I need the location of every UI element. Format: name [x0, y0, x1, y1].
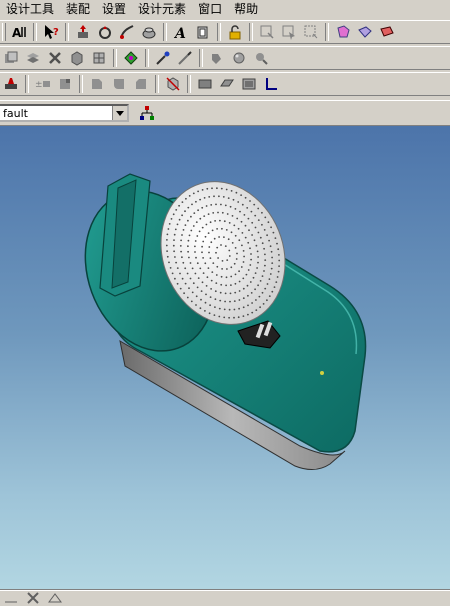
config-toolbar: fault [0, 100, 450, 126]
shade-icon[interactable] [333, 22, 353, 42]
revolve-icon[interactable] [95, 22, 115, 42]
toolbar-separator [163, 23, 167, 41]
light-icon[interactable] [251, 48, 271, 68]
toolbar-row-2 [0, 46, 450, 70]
toolbar-separator [187, 75, 191, 93]
toolbar-separator [325, 23, 329, 41]
snap-icon[interactable] [121, 48, 141, 68]
select-all-icon[interactable] [279, 22, 299, 42]
chevron-down-icon[interactable] [112, 106, 127, 120]
model-render [84, 173, 367, 470]
status-bar [0, 590, 450, 605]
toolbar-separator [249, 23, 253, 41]
loft-icon[interactable] [139, 22, 159, 42]
menu-bar: 设计工具 装配 设置 设计元素 窗口 帮助 [0, 0, 450, 18]
menu-settings[interactable]: 设置 [96, 0, 132, 18]
pick-icon[interactable] [175, 48, 195, 68]
toolbar-separator [65, 23, 69, 41]
toolbar-separator [79, 75, 83, 93]
extrude-icon[interactable] [73, 22, 93, 42]
toolbar-row-1: A ? A [0, 20, 450, 44]
hide-icon[interactable] [163, 74, 183, 94]
view-side-icon[interactable] [217, 74, 237, 94]
eyedropper-icon[interactable] [153, 48, 173, 68]
view-iso-icon[interactable] [239, 74, 259, 94]
indicator-dot [320, 371, 324, 375]
menu-design-tools[interactable]: 设计工具 [0, 0, 60, 18]
toolbar-grip[interactable] [2, 23, 6, 41]
svg-text:A: A [12, 26, 22, 40]
tree-structure-icon[interactable] [137, 103, 157, 123]
axis-icon[interactable] [261, 74, 281, 94]
toolbar-separator [145, 49, 149, 67]
toolbar-row-3: ± [0, 72, 450, 96]
configuration-dropdown[interactable]: fault [0, 104, 129, 122]
tools-icon[interactable] [45, 48, 65, 68]
stamp-icon[interactable] [1, 74, 21, 94]
material-icon[interactable] [229, 48, 249, 68]
select-region-icon[interactable] [301, 22, 321, 42]
render-icon[interactable] [377, 22, 397, 42]
text-icon[interactable]: A [171, 22, 191, 42]
layer-icon[interactable] [23, 48, 43, 68]
face-icon[interactable] [55, 74, 75, 94]
copy-icon[interactable] [1, 48, 21, 68]
distance-measure-icon[interactable]: A [9, 22, 29, 42]
toolbar-separator [33, 23, 37, 41]
solid-icon[interactable] [67, 48, 87, 68]
chamfer-icon[interactable] [131, 74, 151, 94]
paint-icon[interactable] [207, 48, 227, 68]
status-icon-a[interactable] [1, 592, 21, 604]
shell-icon[interactable] [193, 22, 213, 42]
configuration-dropdown-value: fault [3, 107, 28, 120]
sweep-icon[interactable] [117, 22, 137, 42]
assembly-icon[interactable] [89, 48, 109, 68]
toolbar-separator [217, 23, 221, 41]
toolbar-separator [113, 49, 117, 67]
menu-assembly[interactable]: 装配 [60, 0, 96, 18]
toolbar-separator [199, 49, 203, 67]
menu-help[interactable]: 帮助 [228, 0, 264, 18]
svg-text:?: ? [53, 27, 59, 38]
view-front-icon[interactable] [195, 74, 215, 94]
lock-icon[interactable] [225, 22, 245, 42]
status-icon-b[interactable] [23, 592, 43, 604]
svg-text:A: A [173, 26, 186, 40]
menu-window[interactable]: 窗口 [192, 0, 228, 18]
svg-text:±: ± [35, 80, 43, 90]
toolbar-separator [155, 75, 159, 93]
status-icon-c[interactable] [45, 592, 65, 604]
dimension-icon[interactable]: ± [33, 74, 53, 94]
3d-viewport[interactable] [0, 126, 450, 590]
blend-icon[interactable] [109, 74, 129, 94]
edge-icon[interactable] [87, 74, 107, 94]
wireframe-icon[interactable] [355, 22, 375, 42]
box-select-icon[interactable] [257, 22, 277, 42]
menu-design-elements[interactable]: 设计元素 [132, 0, 192, 18]
toolbar-separator [25, 75, 29, 93]
whats-this-help-icon[interactable]: ? [41, 22, 61, 42]
